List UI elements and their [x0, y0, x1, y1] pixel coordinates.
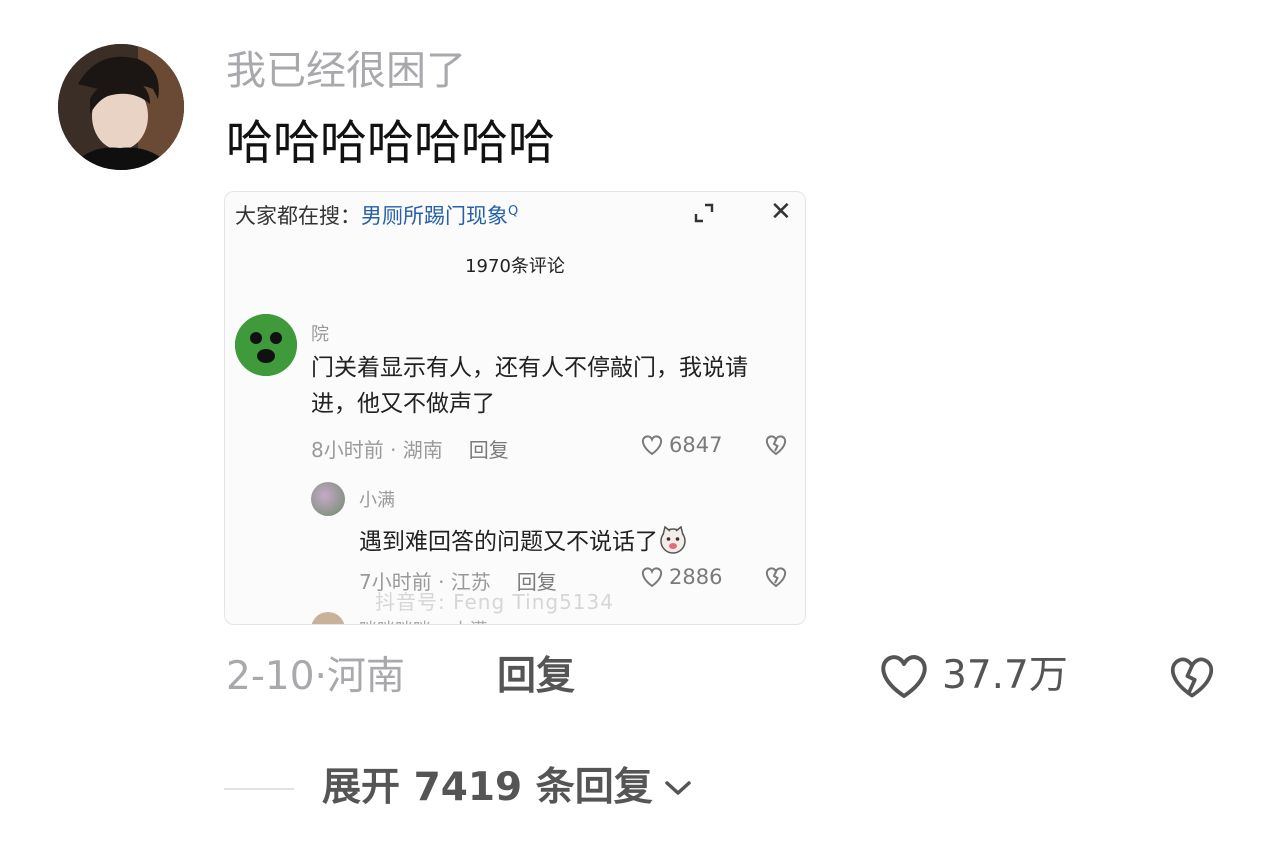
comment-username[interactable]: 我已经很困了 [226, 46, 466, 96]
heart-icon [641, 435, 663, 456]
search-icon: Q [508, 204, 519, 219]
embedded-comment-text: 门关着显示有人，还有人不停敲门，我说请进，他又不做声了 [311, 355, 748, 417]
reply-button[interactable]: 回复 [497, 652, 575, 702]
embedded-reply-body: 遇到难回答的问题又不说话了 [359, 529, 658, 555]
expand-replies-button[interactable]: 展开 7419 条回复 [322, 763, 693, 813]
embedded-reply-label: 回复 [468, 438, 509, 462]
expand-replies-label: 展开 7419 条回复 [322, 765, 653, 810]
broken-heart-icon [765, 567, 787, 588]
embedded-reply-like: 2886 [639, 564, 722, 590]
reply-avatar [311, 482, 345, 516]
close-icon: ✕ [770, 197, 792, 227]
comment-count: 1970条评论 [465, 256, 565, 277]
reply-name: 小满 [359, 490, 395, 511]
embedded-like: 6847 [639, 432, 722, 458]
comment-date-location: 2-10·河南 [226, 654, 405, 699]
embedded-comment-meta: 8小时前 · 湖南 回复 [311, 434, 509, 463]
divider-line [224, 788, 294, 790]
search-prefix: 大家都在搜： [235, 204, 361, 228]
search-suggestion: 大家都在搜：男厕所踢门现象Q [235, 200, 518, 230]
partial-name: 咪咪咪咪 ▸ 小满 [359, 616, 487, 624]
commenter-name: 院 [311, 324, 329, 345]
like-button[interactable]: 37.7万 [876, 650, 1068, 702]
embedded-reply-like-count: 2886 [669, 565, 723, 589]
embedded-reply-text: 遇到难回答的问题又不说话了 [359, 522, 688, 556]
heart-icon [881, 655, 927, 698]
embedded-like-count: 6847 [669, 433, 723, 457]
chevron-down-icon [664, 781, 691, 795]
avatar-photo [58, 44, 184, 170]
comment-image[interactable]: 大家都在搜：男厕所踢门现象Q ✕ 1970条评论 院 门关着显示有人，还有人不停… [224, 191, 806, 625]
search-keyword: 男厕所踢门现象 [361, 204, 508, 228]
comment-text: 哈哈哈哈哈哈哈 [226, 116, 555, 171]
expand-icon [694, 203, 714, 223]
broken-heart-icon [765, 435, 787, 456]
watermark: 抖音号: Feng Ting5134 [375, 590, 614, 614]
like-count: 37.7万 [942, 653, 1068, 698]
cat-face-icon [660, 525, 686, 554]
heart-icon [641, 567, 663, 588]
embedded-meta-time: 8小时前 · 湖南 [311, 438, 443, 462]
user-avatar[interactable] [58, 44, 184, 170]
commenter-avatar [235, 314, 297, 376]
partial-avatar [311, 612, 345, 624]
dislike-button[interactable] [1166, 651, 1218, 703]
